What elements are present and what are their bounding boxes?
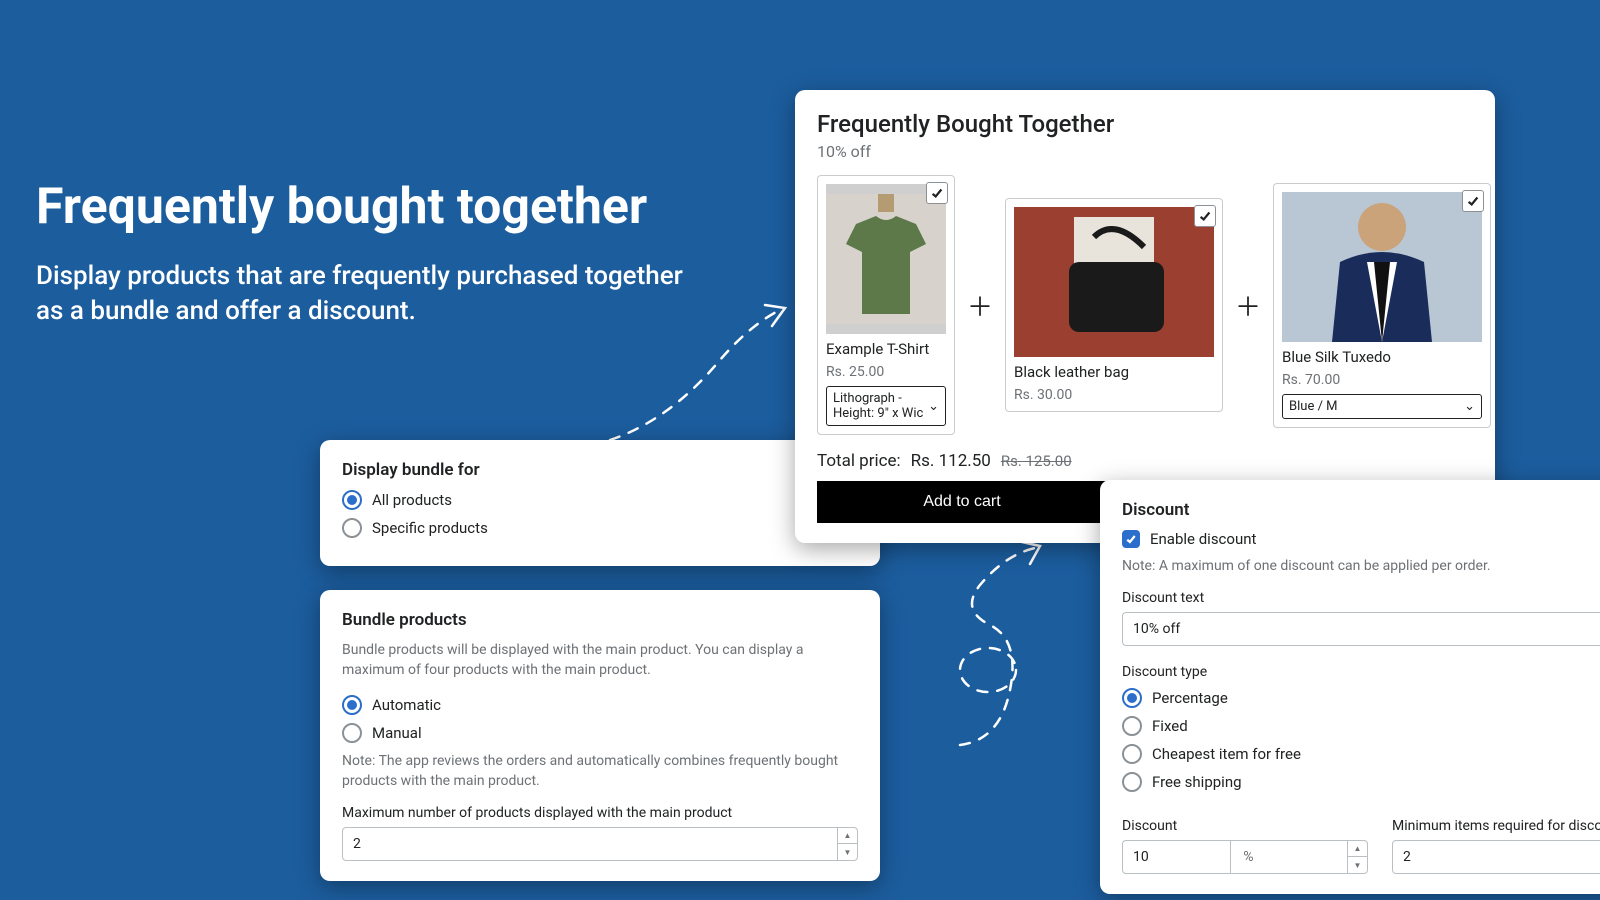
display-bundle-heading: Display bundle for (342, 460, 858, 480)
radio-all-products[interactable]: All products (342, 490, 858, 510)
fbt-discount-badge: 10% off (817, 142, 1473, 161)
radio-icon (342, 490, 362, 510)
bundle-note: Note: The app reviews the orders and aut… (342, 751, 858, 792)
total-price: Rs. 112.50 (911, 451, 991, 471)
min-items-label: Minimum items required for discount (1392, 818, 1600, 834)
product-card: Example T-Shirt Rs. 25.00 Lithograph - H… (817, 175, 955, 435)
hero-subtitle: Display products that are frequently pur… (36, 259, 696, 329)
radio-label: Automatic (372, 696, 441, 714)
max-products-label: Maximum number of products displayed wit… (342, 805, 858, 821)
discount-card: Discount Enable discount Note: A maximum… (1100, 480, 1600, 894)
hero-title: Frequently bought together (36, 180, 696, 235)
product-price: Rs. 25.00 (826, 364, 946, 380)
checkbox-icon (1122, 530, 1140, 548)
product-name: Blue Silk Tuxedo (1282, 348, 1482, 366)
plus-icon: ＋ (965, 287, 995, 324)
bundle-heading: Bundle products (342, 610, 858, 630)
arrow-to-discount (940, 540, 1120, 760)
radio-label: Manual (372, 724, 422, 742)
product-price: Rs. 30.00 (1014, 387, 1214, 403)
select-checkbox[interactable] (1194, 205, 1216, 227)
select-checkbox[interactable] (926, 182, 948, 204)
bundle-products-card: Bundle products Bundle products will be … (320, 590, 880, 881)
radio-manual[interactable]: Manual (342, 723, 858, 743)
radio-label: Free shipping (1152, 773, 1242, 791)
percent-unit: % (1230, 841, 1265, 873)
radio-icon (1122, 688, 1142, 708)
product-image (826, 184, 946, 334)
radio-specific-products[interactable]: Specific products (342, 518, 858, 538)
chevron-down-icon[interactable]: ▼ (1348, 857, 1367, 873)
max-products-value: 2 (353, 836, 361, 852)
radio-label: All products (372, 491, 452, 509)
radio-icon (1122, 744, 1142, 764)
product-name: Example T-Shirt (826, 340, 946, 358)
discount-type-label: Discount type (1122, 664, 1600, 680)
radio-icon (342, 695, 362, 715)
discount-amount-input[interactable]: 10 % ▲ ▼ (1122, 840, 1368, 874)
tuxedo-icon (1282, 192, 1482, 342)
product-card: Black leather bag Rs. 30.00 (1005, 198, 1223, 412)
discount-text-input[interactable]: 10% off (1122, 612, 1600, 646)
variant-select[interactable]: Blue / M ⌄ (1282, 394, 1482, 419)
enable-discount-checkbox[interactable]: Enable discount (1122, 530, 1600, 548)
discount-note: Note: A maximum of one discount can be a… (1122, 556, 1600, 576)
fbt-product-row: Example T-Shirt Rs. 25.00 Lithograph - H… (817, 175, 1473, 435)
radio-percentage[interactable]: Percentage (1122, 688, 1600, 708)
chevron-down-icon[interactable]: ▼ (838, 844, 857, 860)
discount-amount-value: 10 (1133, 849, 1149, 865)
number-stepper[interactable]: ▲ ▼ (1347, 841, 1367, 873)
chevron-down-icon: ⌄ (1464, 399, 1475, 414)
discount-text-value: 10% off (1133, 621, 1180, 637)
radio-fixed[interactable]: Fixed (1122, 716, 1600, 736)
min-items-value: 2 (1403, 849, 1411, 865)
chevron-up-icon[interactable]: ▲ (1348, 841, 1367, 857)
tshirt-icon (826, 194, 946, 324)
radio-icon (1122, 772, 1142, 792)
product-card: Blue Silk Tuxedo Rs. 70.00 Blue / M ⌄ (1273, 183, 1491, 428)
compare-price: Rs. 125.00 (1001, 452, 1072, 470)
plus-icon: ＋ (1233, 287, 1263, 324)
variant-select[interactable]: Lithograph - Height: 9" x Wic ⌄ (826, 386, 946, 426)
radio-free-shipping[interactable]: Free shipping (1122, 772, 1600, 792)
discount-amount-label: Discount (1122, 818, 1368, 834)
arrow-to-widget (600, 300, 800, 450)
chevron-up-icon[interactable]: ▲ (838, 828, 857, 844)
radio-automatic[interactable]: Automatic (342, 695, 858, 715)
radio-label: Cheapest item for free (1152, 745, 1301, 763)
enable-discount-label: Enable discount (1150, 530, 1256, 548)
fbt-widget: Frequently Bought Together 10% off Examp… (795, 90, 1495, 543)
product-price: Rs. 70.00 (1282, 372, 1482, 388)
hero: Frequently bought together Display produ… (36, 180, 696, 329)
fbt-total: Total price: Rs. 112.50 Rs. 125.00 (817, 451, 1473, 471)
product-image (1014, 207, 1214, 357)
variant-value: Lithograph - Height: 9" x Wic (833, 391, 928, 421)
radio-cheapest[interactable]: Cheapest item for free (1122, 744, 1600, 764)
number-stepper[interactable]: ▲ ▼ (837, 828, 857, 860)
total-label: Total price: (817, 451, 901, 471)
max-products-input[interactable]: 2 ▲ ▼ (342, 827, 858, 861)
variant-value: Blue / M (1289, 399, 1337, 414)
radio-label: Percentage (1152, 689, 1228, 707)
discount-text-label: Discount text (1122, 590, 1600, 606)
product-name: Black leather bag (1014, 363, 1214, 381)
add-to-cart-button[interactable]: Add to cart (817, 481, 1107, 523)
radio-label: Fixed (1152, 717, 1188, 735)
product-image (1282, 192, 1482, 342)
min-items-input[interactable]: 2 ▲ ▼ (1392, 840, 1600, 874)
radio-icon (342, 723, 362, 743)
radio-icon (1122, 716, 1142, 736)
bundle-description: Bundle products will be displayed with t… (342, 640, 858, 681)
fbt-heading: Frequently Bought Together (817, 110, 1473, 138)
discount-heading: Discount (1122, 500, 1600, 520)
radio-label: Specific products (372, 519, 488, 537)
radio-icon (342, 518, 362, 538)
bag-icon (1014, 207, 1214, 357)
chevron-down-icon: ⌄ (928, 399, 939, 414)
select-checkbox[interactable] (1462, 190, 1484, 212)
